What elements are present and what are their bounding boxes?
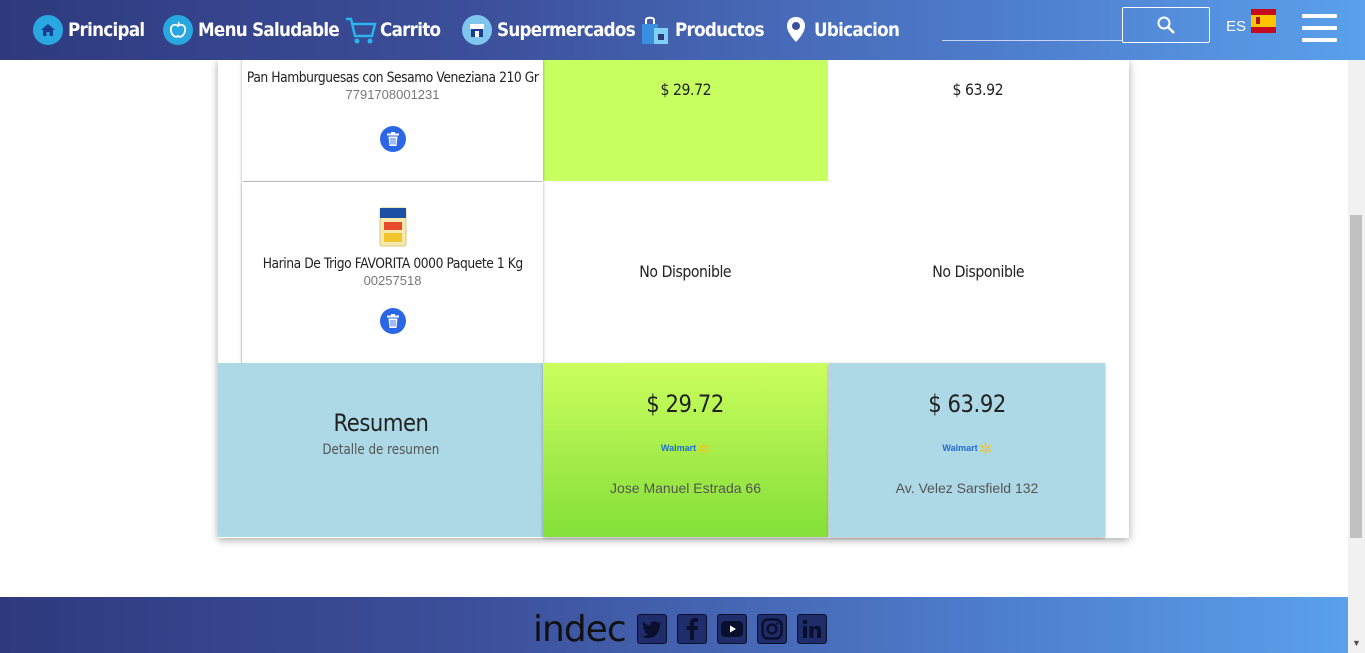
indec-logo[interactable]: indec — [533, 609, 627, 650]
nav-supermercados-label: Supermercados — [497, 19, 636, 41]
summary-total: $ 63.92 — [928, 390, 1006, 418]
price-text: No Disponible — [932, 262, 1024, 281]
logo-text: indec — [533, 609, 627, 650]
shopping-bag-icon — [642, 16, 668, 44]
product-card: Pan Hamburguesas con Sesamo Veneziana 21… — [242, 40, 543, 181]
spain-flag-icon[interactable] — [1251, 9, 1276, 33]
product-price-store-2: $ 63.92 — [828, 80, 1128, 99]
trash-icon — [387, 131, 399, 146]
nav-menu-saludable-label: Menu Saludable — [198, 19, 340, 41]
product-price-store-1: $ 29.72 — [543, 80, 828, 99]
delete-product-button[interactable] — [380, 126, 406, 152]
nav-supermercados[interactable]: Supermercados — [462, 12, 654, 48]
nav-productos-label: Productos — [675, 19, 765, 41]
nav-principal[interactable]: Principal — [33, 12, 155, 48]
nav-productos[interactable]: Productos — [640, 12, 776, 48]
trash-icon — [387, 313, 399, 328]
nav-menu-saludable[interactable]: Menu Saludable — [163, 12, 358, 48]
store-icon — [462, 15, 492, 45]
search-input[interactable] — [942, 40, 1122, 41]
product-name: Pan Hamburguesas con Sesamo Veneziana 21… — [246, 70, 539, 86]
home-icon — [33, 15, 63, 45]
scrollbar-thumb[interactable] — [1350, 215, 1362, 538]
top-navbar: Principal Menu Saludable Carrito Superme… — [0, 0, 1365, 60]
hamburger-menu-button[interactable] — [1302, 14, 1337, 44]
store-brand: Walmart — [660, 443, 697, 453]
row-spacer — [218, 181, 242, 363]
summary-total: $ 29.72 — [646, 390, 725, 418]
summary-store-1[interactable]: $ 29.72 Walmart Jose Manuel Estrada 66 — [543, 363, 828, 537]
store-address: Av. Velez Sarsfield 132 — [895, 480, 1039, 496]
navbar-foreground: Principal Menu Saludable Carrito Superme… — [0, 0, 1365, 60]
product-price-store-2: No Disponible — [828, 262, 1128, 281]
summary-title: Resumen — [333, 409, 428, 437]
facebook-icon[interactable] — [677, 614, 707, 644]
product-price-store-1: No Disponible — [543, 262, 828, 281]
walmart-logo: Walmart — [942, 441, 991, 455]
price-text: $ 63.92 — [952, 80, 1004, 99]
store-address: Jose Manuel Estrada 66 — [610, 480, 761, 496]
search-icon — [1157, 16, 1175, 34]
summary-label-cell: Resumen Detalle de resumen — [218, 363, 543, 537]
product-card: Harina De Trigo FAVORITA 0000 Paquete 1 … — [242, 182, 543, 363]
store-brand: Walmart — [942, 443, 978, 453]
language-code[interactable]: ES — [1226, 18, 1246, 35]
product-name: Harina De Trigo FAVORITA 0000 Paquete 1 … — [262, 256, 523, 272]
youtube-icon[interactable] — [717, 614, 747, 644]
nav-principal-label: Principal — [68, 19, 145, 41]
footer — [0, 597, 1348, 653]
walmart-spark-icon — [979, 441, 991, 455]
product-code: 7791708001231 — [345, 87, 440, 102]
nav-ubicacion[interactable]: Ubicacion — [785, 12, 911, 48]
delete-product-button[interactable] — [380, 308, 406, 334]
summary-subtitle: Detalle de resumen — [322, 442, 439, 458]
apple-icon — [163, 15, 193, 45]
nav-ubicacion-label: Ubicacion — [814, 19, 900, 41]
walmart-logo: Walmart — [660, 441, 710, 455]
linkedin-icon[interactable] — [797, 614, 827, 644]
location-pin-icon — [787, 17, 805, 42]
vertical-scrollbar[interactable]: ▼ — [1348, 60, 1365, 653]
summary-store-2[interactable]: $ 63.92 Walmart Av. Velez Sarsfield 132 — [829, 363, 1105, 537]
cart-icon — [346, 17, 377, 44]
nav-carrito-label: Carrito — [380, 19, 441, 41]
twitter-icon[interactable] — [637, 614, 667, 644]
flour-product-image — [379, 207, 407, 247]
nav-carrito[interactable]: Carrito — [344, 12, 449, 48]
instagram-icon[interactable] — [757, 614, 787, 644]
price-text: No Disponible — [639, 262, 732, 281]
product-code: 00257518 — [363, 273, 422, 288]
best-price-cell — [543, 60, 828, 181]
scroll-down-arrow-icon[interactable]: ▼ — [1352, 638, 1361, 648]
search-button[interactable] — [1122, 7, 1210, 43]
walmart-spark-icon — [697, 441, 710, 455]
price-text: $ 29.72 — [660, 80, 711, 99]
